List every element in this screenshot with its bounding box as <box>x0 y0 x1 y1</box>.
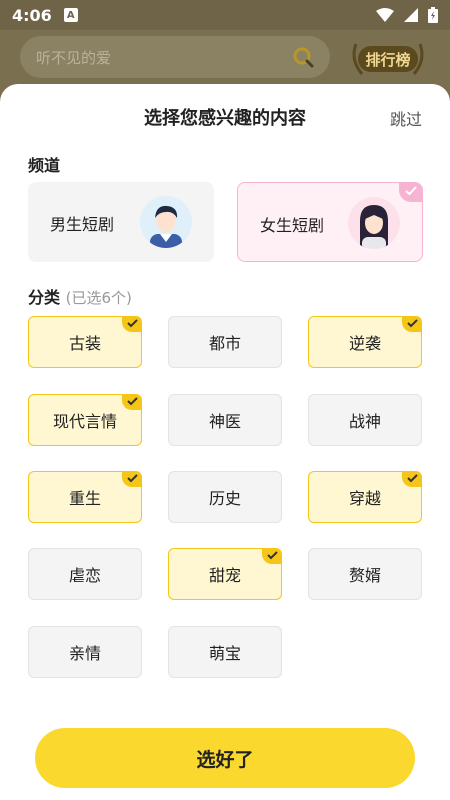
tag-label: 重生 <box>68 489 101 508</box>
tag-label: 亲情 <box>68 644 101 663</box>
search-icon <box>293 47 314 68</box>
tag-label: 萌宝 <box>208 644 241 663</box>
category-tag[interactable]: 古装 <box>28 316 142 368</box>
signal-icon <box>404 8 418 22</box>
search-bar: 听不见的爱 <box>20 36 330 78</box>
interest-sheet: 选择您感兴趣的内容 跳过 频道 男生短剧 女生短剧 分类 (已选6个) 古装 都… <box>0 84 450 800</box>
category-tag[interactable]: 战神 <box>308 394 422 446</box>
status-time: 4:06 <box>12 5 52 25</box>
sheet-title: 选择您感兴趣的内容 <box>144 108 306 129</box>
rank-label: 排行榜 <box>358 46 418 72</box>
category-title: 分类 <box>28 288 61 307</box>
category-tag[interactable]: 重生 <box>28 471 142 523</box>
tag-label: 逆袭 <box>348 334 381 353</box>
tag-label: 都市 <box>208 334 241 353</box>
category-tag[interactable]: 甜宠 <box>168 548 282 600</box>
category-tag[interactable]: 逆袭 <box>308 316 422 368</box>
confirm-button[interactable]: 选好了 <box>35 728 415 788</box>
wifi-icon <box>376 8 394 22</box>
notification-icon: A <box>63 8 78 22</box>
tag-label: 甜宠 <box>208 566 241 585</box>
category-tag[interactable]: 神医 <box>168 394 282 446</box>
background-header: 听不见的爱 排行榜 <box>0 30 450 90</box>
tag-label: 神医 <box>208 412 241 431</box>
category-tag[interactable]: 萌宝 <box>168 626 282 678</box>
skip-button[interactable]: 跳过 <box>390 106 422 130</box>
channel-label: 女生短剧 <box>260 216 325 235</box>
channel-section-label: 频道 <box>28 156 61 175</box>
check-icon <box>402 317 421 332</box>
tag-label: 现代言情 <box>52 412 117 431</box>
tag-label: 战神 <box>348 412 381 431</box>
category-tag[interactable]: 现代言情 <box>28 394 142 446</box>
channel-label: 男生短剧 <box>50 215 115 234</box>
tag-label: 赘婿 <box>348 566 381 585</box>
category-tag[interactable]: 赘婿 <box>308 548 422 600</box>
check-icon <box>122 317 141 332</box>
selected-check-icon <box>399 183 422 202</box>
category-tag[interactable]: 穿越 <box>308 471 422 523</box>
category-section-label: 分类 (已选6个) <box>28 284 132 308</box>
tag-label: 虐恋 <box>68 566 101 585</box>
male-avatar-icon <box>140 196 192 248</box>
check-icon <box>122 472 141 487</box>
check-icon <box>402 472 421 487</box>
category-count-hint: (已选6个) <box>65 289 132 307</box>
category-tag[interactable]: 历史 <box>168 471 282 523</box>
battery-icon <box>428 7 438 23</box>
status-bar: 4:06 A <box>0 0 450 30</box>
category-tag[interactable]: 亲情 <box>28 626 142 678</box>
tag-label: 历史 <box>208 489 241 508</box>
search-placeholder: 听不见的爱 <box>36 48 112 67</box>
check-icon <box>262 549 281 564</box>
tag-label: 穿越 <box>348 489 381 508</box>
category-tag[interactable]: 都市 <box>168 316 282 368</box>
channel-card-female[interactable]: 女生短剧 <box>237 182 423 262</box>
tag-label: 古装 <box>68 334 101 353</box>
female-avatar-icon <box>348 197 400 249</box>
rank-button: 排行榜 <box>348 34 428 82</box>
category-tag[interactable]: 虐恋 <box>28 548 142 600</box>
channel-card-male[interactable]: 男生短剧 <box>28 182 214 262</box>
check-icon <box>122 395 141 410</box>
